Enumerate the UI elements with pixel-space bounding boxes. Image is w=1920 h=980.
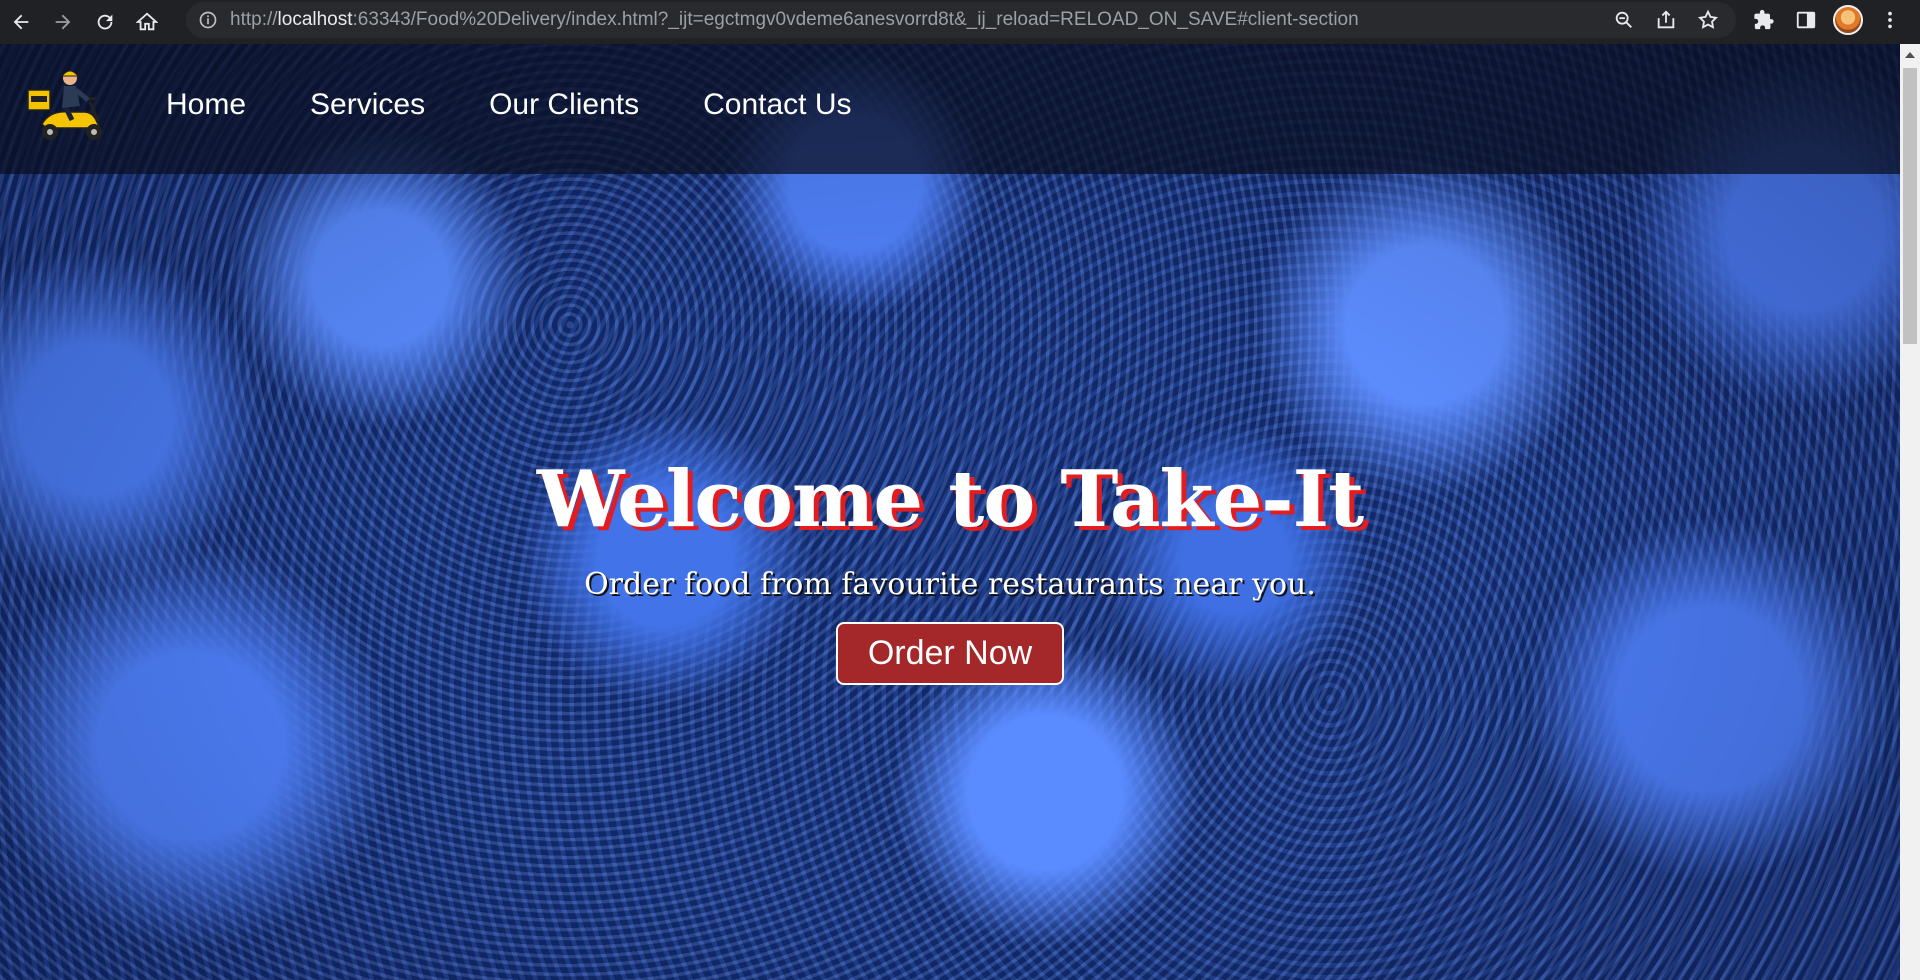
nav-services[interactable]: Services — [310, 88, 425, 122]
forward-button[interactable] — [42, 4, 84, 40]
forward-icon — [55, 14, 71, 30]
address-bar[interactable]: http://localhost:63343/Food%20Delivery/i… — [186, 2, 1736, 38]
profile-button[interactable] — [1828, 2, 1868, 38]
home-button[interactable] — [126, 4, 168, 40]
hero-subtitle: Order food from favourite restaurants ne… — [584, 567, 1316, 602]
back-icon — [13, 14, 29, 30]
page-scrollbar[interactable] — [1900, 44, 1920, 980]
share-icon — [1657, 10, 1675, 29]
order-now-button[interactable]: Order Now — [835, 622, 1065, 685]
sidepanel-icon — [1796, 11, 1816, 29]
url-host: localhost — [277, 9, 353, 30]
delivery-scooter-logo[interactable] — [22, 62, 112, 152]
url-rest: :63343/Food%20Delivery/index.html?_ijt=e… — [352, 9, 1359, 30]
kebab-menu-icon — [1888, 11, 1892, 29]
scroll-up-arrow-icon[interactable] — [1905, 52, 1915, 58]
zoom-button[interactable] — [1606, 2, 1642, 38]
browser-actions — [1744, 0, 1920, 40]
home-icon — [136, 12, 158, 31]
avatar — [1833, 5, 1863, 35]
nav-contact-us[interactable]: Contact Us — [703, 88, 851, 122]
omnibox-actions — [1606, 2, 1726, 38]
page-viewport: Home Services Our Clients Contact Us Wel… — [0, 44, 1900, 980]
browser-toolbar: http://localhost:63343/Food%20Delivery/i… — [0, 0, 1920, 44]
bookmark-button[interactable] — [1690, 2, 1726, 38]
info-icon[interactable] — [198, 10, 218, 30]
extensions-button[interactable] — [1744, 2, 1784, 38]
sidepanel-button[interactable] — [1786, 2, 1826, 38]
scroll-thumb[interactable] — [1903, 68, 1917, 344]
star-icon — [1697, 9, 1719, 29]
url-prefix: http:// — [230, 9, 278, 30]
main-nav: Home Services Our Clients Contact Us — [166, 88, 852, 122]
menu-button[interactable] — [1870, 2, 1910, 38]
site-header: Home Services Our Clients Contact Us — [0, 44, 1900, 174]
back-button[interactable] — [0, 4, 42, 40]
nav-our-clients[interactable]: Our Clients — [489, 88, 639, 122]
zoom-icon — [1615, 11, 1632, 28]
hero-title: Welcome to Take-It — [536, 454, 1364, 545]
nav-home[interactable]: Home — [166, 88, 246, 122]
extensions-icon — [1754, 9, 1774, 30]
share-button[interactable] — [1648, 2, 1684, 38]
reload-icon — [97, 14, 113, 30]
reload-button[interactable] — [84, 4, 126, 40]
hero-section: Welcome to Take-It Order food from favou… — [0, 454, 1900, 685]
url-text[interactable]: http://localhost:63343/Food%20Delivery/i… — [230, 9, 1359, 31]
